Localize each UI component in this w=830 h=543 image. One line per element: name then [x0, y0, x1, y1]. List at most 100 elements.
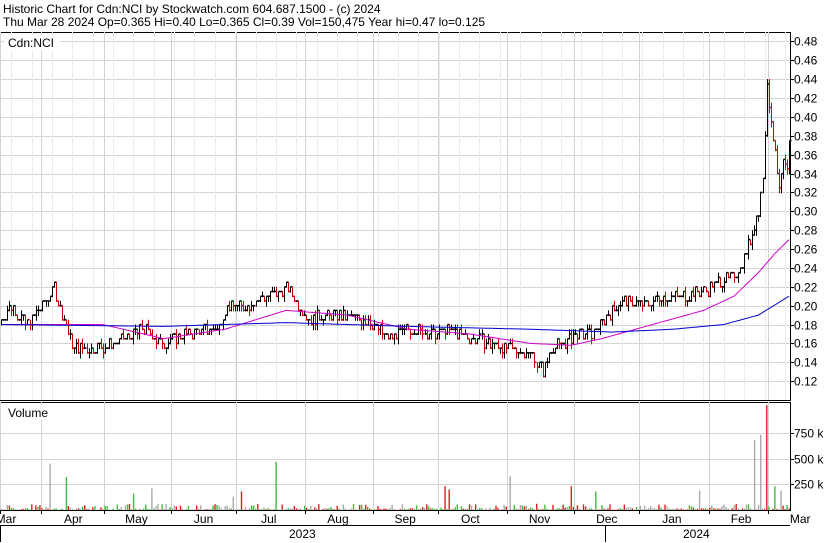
volume-bar [198, 509, 200, 510]
volume-bar [49, 463, 51, 510]
volume-bar [715, 508, 717, 510]
volume-bar [395, 509, 397, 510]
price-tick-label: 0.30 [794, 205, 818, 219]
volume-bar [314, 507, 316, 510]
volume-bar [782, 505, 784, 510]
volume-bar [711, 505, 713, 510]
month-label: Jul [261, 512, 276, 526]
volume-bar [481, 508, 483, 510]
volume-bar [639, 505, 642, 510]
volume-bar [705, 508, 707, 510]
volume-bar [360, 504, 363, 510]
volume-bar [145, 504, 147, 510]
volume-bar [674, 509, 676, 510]
volume-bar [774, 486, 776, 510]
volume-bar [403, 508, 406, 510]
month-label: Sep [395, 512, 417, 526]
volume-bar [464, 508, 467, 510]
volume-bar [242, 509, 245, 510]
volume-bar [293, 505, 296, 510]
volume-bar [572, 506, 575, 510]
volume-bar [210, 508, 212, 510]
volume-bar [385, 508, 387, 510]
volume-bar [330, 507, 332, 510]
volume-bar [703, 508, 705, 510]
volume-bar [664, 504, 666, 510]
volume-bar [88, 509, 90, 510]
price-tick-label: 0.32 [794, 186, 818, 200]
volume-bar [434, 509, 436, 510]
month-label: Dec [596, 512, 617, 526]
volume-bar [566, 507, 568, 510]
volume-bar [749, 508, 752, 510]
volume-bar [509, 476, 511, 510]
volume-bar [721, 506, 723, 510]
volume-bar [601, 505, 603, 510]
volume-bar [367, 506, 369, 510]
volume-bar [159, 509, 161, 510]
volume-bar [747, 504, 750, 510]
volume-bar [755, 508, 758, 510]
price-panel-border [0, 32, 791, 401]
volume-bar [438, 509, 440, 510]
volume-bar [27, 508, 29, 510]
volume-bar [546, 508, 548, 510]
volume-bar [493, 508, 495, 510]
volume-bar [316, 508, 318, 510]
volume-bar [22, 508, 25, 510]
volume-bar [179, 505, 182, 510]
volume-bar [719, 508, 721, 510]
price-tick-label: 0.42 [794, 92, 818, 106]
volume-bar [126, 504, 129, 510]
volume-bar [100, 507, 102, 510]
volume-bar [65, 477, 68, 510]
volume-bar [680, 508, 682, 510]
volume-bar [417, 509, 420, 510]
volume-bar [477, 509, 479, 510]
volume-bar [6, 505, 8, 510]
month-label: May [125, 512, 148, 526]
volume-bar [743, 508, 746, 510]
volume-bar [118, 509, 120, 510]
volume-bar [77, 508, 80, 510]
volume-bar [196, 505, 198, 510]
volume-bar [776, 508, 778, 510]
month-label: Jan [662, 512, 681, 526]
month-label: Aug [327, 512, 348, 526]
volume-bar [291, 509, 294, 510]
volume-bar [238, 509, 241, 510]
volume-bar [584, 506, 587, 510]
volume-bar [25, 508, 27, 510]
volume-bar [173, 505, 175, 510]
volume-bar [578, 509, 581, 510]
price-tick-label: 0.46 [794, 54, 818, 68]
volume-bar [483, 509, 485, 510]
volume-bar [348, 509, 351, 510]
price-tick-label: 0.26 [794, 243, 818, 257]
volume-bar [778, 509, 780, 510]
volume-bar [503, 504, 505, 510]
volume-bar [656, 509, 658, 510]
volume-bar [285, 508, 287, 510]
price-tick-label: 0.22 [794, 281, 818, 295]
volume-bar [554, 509, 556, 510]
volume-bar [204, 509, 206, 510]
volume-bar [694, 509, 697, 510]
price-tick-label: 0.44 [794, 73, 818, 87]
volume-bar [662, 508, 664, 510]
price-tick-label: 0.36 [794, 149, 818, 163]
volume-panel-border [0, 402, 791, 511]
volume-bar [336, 505, 338, 510]
volume-bar [379, 508, 381, 510]
volume-bar [430, 508, 432, 510]
volume-bar [354, 509, 357, 510]
volume-bar [389, 508, 391, 510]
volume-bar [548, 509, 550, 510]
volume-bar [232, 496, 234, 510]
price-tick-label: 0.48 [794, 35, 818, 49]
volume-bar [766, 405, 768, 510]
volume-bar [436, 508, 438, 510]
volume-bar [422, 507, 424, 510]
volume-bar [599, 509, 601, 510]
volume-bar [737, 508, 739, 510]
